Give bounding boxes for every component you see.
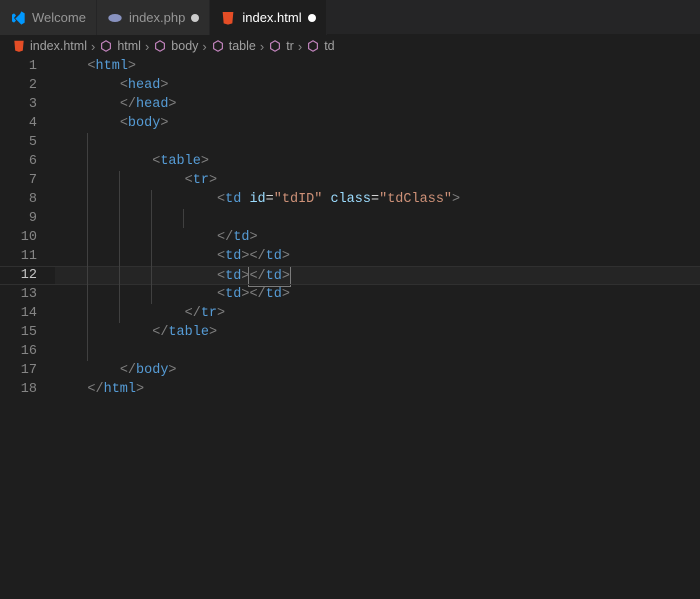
code-line <box>55 209 700 228</box>
code-line: </head> <box>55 95 700 114</box>
tab-welcome[interactable]: Welcome <box>0 0 97 35</box>
text-cursor: </td> <box>248 266 291 287</box>
code-line: <head> <box>55 76 700 95</box>
chevron-right-icon: › <box>298 39 302 54</box>
modified-indicator-icon <box>308 14 316 22</box>
tab-label: index.html <box>242 10 301 25</box>
symbol-icon <box>211 39 225 54</box>
code-line: <html> <box>55 57 700 76</box>
symbol-icon <box>99 39 113 54</box>
code-line: <td></td> <box>55 285 700 304</box>
code-line: <td></td> <box>55 247 700 266</box>
code-line: <table> <box>55 152 700 171</box>
modified-indicator-icon <box>191 14 199 22</box>
code-line: </td> <box>55 228 700 247</box>
breadcrumb[interactable]: index.html › html › body › table › tr › … <box>0 35 700 57</box>
tab-label: index.php <box>129 10 185 25</box>
chevron-right-icon: › <box>145 39 149 54</box>
code-line: </html> <box>55 380 700 399</box>
code-editor[interactable]: 1 2 3 4 5 6 7 8 9 10 11 12 13 14 15 16 1… <box>0 57 700 399</box>
tab-index-html[interactable]: index.html <box>210 0 326 35</box>
php-icon <box>107 10 123 26</box>
chevron-right-icon: › <box>91 39 95 54</box>
breadcrumb-item[interactable]: tr <box>268 39 294 54</box>
breadcrumb-item[interactable]: body <box>153 39 198 54</box>
code-line: <td></td> <box>55 266 700 285</box>
tab-label: Welcome <box>32 10 86 25</box>
code-line <box>55 342 700 361</box>
code-line <box>55 133 700 152</box>
chevron-right-icon: › <box>260 39 264 54</box>
line-number-gutter: 1 2 3 4 5 6 7 8 9 10 11 12 13 14 15 16 1… <box>0 57 55 399</box>
breadcrumb-item[interactable]: html <box>99 39 141 54</box>
breadcrumb-item[interactable]: td <box>306 39 334 54</box>
chevron-right-icon: › <box>202 39 206 54</box>
symbol-icon <box>153 39 167 54</box>
code-line: </tr> <box>55 304 700 323</box>
code-line: <body> <box>55 114 700 133</box>
code-line: <tr> <box>55 171 700 190</box>
symbol-icon <box>306 39 320 54</box>
html-icon <box>220 10 236 26</box>
symbol-icon <box>268 39 282 54</box>
tab-index-php[interactable]: index.php <box>97 0 210 35</box>
code-line: <td id="tdID" class="tdClass"> <box>55 190 700 209</box>
code-area[interactable]: <html> <head> </head> <body> <table> <tr… <box>55 57 700 399</box>
editor-tabs: Welcome index.php index.html <box>0 0 700 35</box>
vscode-icon <box>10 10 26 26</box>
code-line: </table> <box>55 323 700 342</box>
html-file-icon <box>12 39 26 54</box>
breadcrumb-item[interactable]: index.html <box>12 39 87 54</box>
breadcrumb-item[interactable]: table <box>211 39 256 54</box>
code-line: </body> <box>55 361 700 380</box>
